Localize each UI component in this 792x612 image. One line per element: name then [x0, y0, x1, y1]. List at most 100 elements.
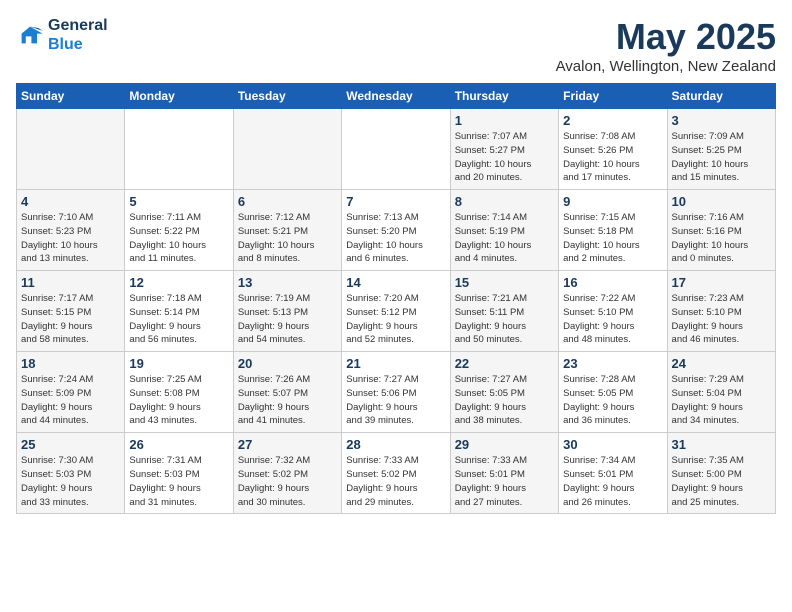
calendar-cell: 9 Sunrise: 7:15 AM Sunset: 5:18 PM Daylig…	[559, 190, 667, 271]
day-number: 17	[672, 275, 771, 290]
calendar-cell: 16 Sunrise: 7:22 AM Sunset: 5:10 PM Dayli…	[559, 271, 667, 352]
calendar-cell: 17 Sunrise: 7:23 AM Sunset: 5:10 PM Dayli…	[667, 271, 775, 352]
day-number: 14	[346, 275, 445, 290]
day-number: 12	[129, 275, 228, 290]
day-info: Sunrise: 7:07 AM Sunset: 5:27 PM Dayligh…	[455, 130, 554, 185]
calendar-week-row: 11Sunrise: 7:17 AM Sunset: 5:15 PM Dayli…	[17, 271, 776, 352]
day-number: 24	[672, 356, 771, 371]
day-info: Sunrise: 7:10 AM Sunset: 5:23 PM Dayligh…	[21, 211, 120, 266]
logo-text: General Blue	[48, 16, 108, 54]
day-info: Sunrise: 7:16 AM Sunset: 5:16 PM Dayligh…	[672, 211, 771, 266]
calendar-week-row: 1 Sunrise: 7:07 AM Sunset: 5:27 PM Daylig…	[17, 109, 776, 190]
day-number: 4	[21, 194, 120, 209]
day-info: Sunrise: 7:29 AM Sunset: 5:04 PM Dayligh…	[672, 373, 771, 428]
calendar-cell: 3 Sunrise: 7:09 AM Sunset: 5:25 PM Daylig…	[667, 109, 775, 190]
calendar-cell: 7Sunrise: 7:13 AM Sunset: 5:20 PM Daylig…	[342, 190, 450, 271]
day-number: 26	[129, 437, 228, 452]
page-header: General Blue May 2025 Avalon, Wellington…	[16, 16, 776, 75]
calendar-cell: 8 Sunrise: 7:14 AM Sunset: 5:19 PM Daylig…	[450, 190, 558, 271]
day-info: Sunrise: 7:33 AM Sunset: 5:02 PM Dayligh…	[346, 454, 445, 509]
day-number: 5	[129, 194, 228, 209]
calendar-cell: 29Sunrise: 7:33 AM Sunset: 5:01 PM Dayli…	[450, 433, 558, 514]
weekday-header-saturday: Saturday	[667, 84, 775, 109]
day-info: Sunrise: 7:12 AM Sunset: 5:21 PM Dayligh…	[238, 211, 337, 266]
day-info: Sunrise: 7:09 AM Sunset: 5:25 PM Dayligh…	[672, 130, 771, 185]
title-block: May 2025 Avalon, Wellington, New Zealand	[556, 16, 776, 75]
weekday-header-sunday: Sunday	[17, 84, 125, 109]
day-info: Sunrise: 7:26 AM Sunset: 5:07 PM Dayligh…	[238, 373, 337, 428]
day-number: 8	[455, 194, 554, 209]
calendar-cell: 20Sunrise: 7:26 AM Sunset: 5:07 PM Dayli…	[233, 352, 341, 433]
day-number: 1	[455, 113, 554, 128]
calendar-cell	[17, 109, 125, 190]
weekday-header-thursday: Thursday	[450, 84, 558, 109]
calendar-week-row: 4 Sunrise: 7:10 AM Sunset: 5:23 PM Daylig…	[17, 190, 776, 271]
calendar-cell: 5 Sunrise: 7:11 AM Sunset: 5:22 PM Daylig…	[125, 190, 233, 271]
calendar-cell: 1 Sunrise: 7:07 AM Sunset: 5:27 PM Daylig…	[450, 109, 558, 190]
day-info: Sunrise: 7:34 AM Sunset: 5:01 PM Dayligh…	[563, 454, 662, 509]
day-number: 16	[563, 275, 662, 290]
day-info: Sunrise: 7:27 AM Sunset: 5:06 PM Dayligh…	[346, 373, 445, 428]
calendar-cell: 31Sunrise: 7:35 AM Sunset: 5:00 PM Dayli…	[667, 433, 775, 514]
day-info: Sunrise: 7:21 AM Sunset: 5:11 PM Dayligh…	[455, 292, 554, 347]
day-number: 29	[455, 437, 554, 452]
day-number: 31	[672, 437, 771, 452]
calendar-cell: 22Sunrise: 7:27 AM Sunset: 5:05 PM Dayli…	[450, 352, 558, 433]
logo-icon	[16, 21, 44, 49]
month-title: May 2025	[556, 16, 776, 58]
calendar-cell: 15 Sunrise: 7:21 AM Sunset: 5:11 PM Dayli…	[450, 271, 558, 352]
day-info: Sunrise: 7:22 AM Sunset: 5:10 PM Dayligh…	[563, 292, 662, 347]
day-number: 10	[672, 194, 771, 209]
day-info: Sunrise: 7:32 AM Sunset: 5:02 PM Dayligh…	[238, 454, 337, 509]
day-number: 23	[563, 356, 662, 371]
day-info: Sunrise: 7:25 AM Sunset: 5:08 PM Dayligh…	[129, 373, 228, 428]
weekday-header-row: SundayMondayTuesdayWednesdayThursdayFrid…	[17, 84, 776, 109]
calendar-cell	[125, 109, 233, 190]
day-number: 27	[238, 437, 337, 452]
day-info: Sunrise: 7:19 AM Sunset: 5:13 PM Dayligh…	[238, 292, 337, 347]
calendar-cell: 14 Sunrise: 7:20 AM Sunset: 5:12 PM Dayli…	[342, 271, 450, 352]
weekday-header-monday: Monday	[125, 84, 233, 109]
calendar-cell: 23 Sunrise: 7:28 AM Sunset: 5:05 PM Dayli…	[559, 352, 667, 433]
logo: General Blue	[16, 16, 108, 54]
day-number: 7	[346, 194, 445, 209]
calendar-cell	[342, 109, 450, 190]
calendar-cell: 25Sunrise: 7:30 AM Sunset: 5:03 PM Dayli…	[17, 433, 125, 514]
calendar-cell: 19 Sunrise: 7:25 AM Sunset: 5:08 PM Dayli…	[125, 352, 233, 433]
day-number: 18	[21, 356, 120, 371]
day-info: Sunrise: 7:18 AM Sunset: 5:14 PM Dayligh…	[129, 292, 228, 347]
calendar-cell: 6 Sunrise: 7:12 AM Sunset: 5:21 PM Daylig…	[233, 190, 341, 271]
day-number: 11	[21, 275, 120, 290]
day-number: 28	[346, 437, 445, 452]
calendar-week-row: 18Sunrise: 7:24 AM Sunset: 5:09 PM Dayli…	[17, 352, 776, 433]
day-info: Sunrise: 7:20 AM Sunset: 5:12 PM Dayligh…	[346, 292, 445, 347]
day-number: 6	[238, 194, 337, 209]
day-number: 21	[346, 356, 445, 371]
calendar-cell: 28 Sunrise: 7:33 AM Sunset: 5:02 PM Dayli…	[342, 433, 450, 514]
day-info: Sunrise: 7:31 AM Sunset: 5:03 PM Dayligh…	[129, 454, 228, 509]
day-number: 19	[129, 356, 228, 371]
day-info: Sunrise: 7:28 AM Sunset: 5:05 PM Dayligh…	[563, 373, 662, 428]
calendar-cell: 10 Sunrise: 7:16 AM Sunset: 5:16 PM Dayli…	[667, 190, 775, 271]
calendar-cell: 11Sunrise: 7:17 AM Sunset: 5:15 PM Dayli…	[17, 271, 125, 352]
day-number: 22	[455, 356, 554, 371]
day-number: 3	[672, 113, 771, 128]
day-number: 13	[238, 275, 337, 290]
calendar-cell: 2Sunrise: 7:08 AM Sunset: 5:26 PM Daylig…	[559, 109, 667, 190]
calendar-cell: 18Sunrise: 7:24 AM Sunset: 5:09 PM Dayli…	[17, 352, 125, 433]
day-info: Sunrise: 7:15 AM Sunset: 5:18 PM Dayligh…	[563, 211, 662, 266]
calendar-cell	[233, 109, 341, 190]
day-info: Sunrise: 7:11 AM Sunset: 5:22 PM Dayligh…	[129, 211, 228, 266]
calendar-cell: 24 Sunrise: 7:29 AM Sunset: 5:04 PM Dayli…	[667, 352, 775, 433]
weekday-header-wednesday: Wednesday	[342, 84, 450, 109]
day-info: Sunrise: 7:30 AM Sunset: 5:03 PM Dayligh…	[21, 454, 120, 509]
calendar-table: SundayMondayTuesdayWednesdayThursdayFrid…	[16, 83, 776, 514]
day-info: Sunrise: 7:14 AM Sunset: 5:19 PM Dayligh…	[455, 211, 554, 266]
calendar-week-row: 25Sunrise: 7:30 AM Sunset: 5:03 PM Dayli…	[17, 433, 776, 514]
day-number: 30	[563, 437, 662, 452]
day-number: 9	[563, 194, 662, 209]
calendar-cell: 27 Sunrise: 7:32 AM Sunset: 5:02 PM Dayli…	[233, 433, 341, 514]
day-info: Sunrise: 7:23 AM Sunset: 5:10 PM Dayligh…	[672, 292, 771, 347]
day-number: 15	[455, 275, 554, 290]
calendar-cell: 30 Sunrise: 7:34 AM Sunset: 5:01 PM Dayli…	[559, 433, 667, 514]
